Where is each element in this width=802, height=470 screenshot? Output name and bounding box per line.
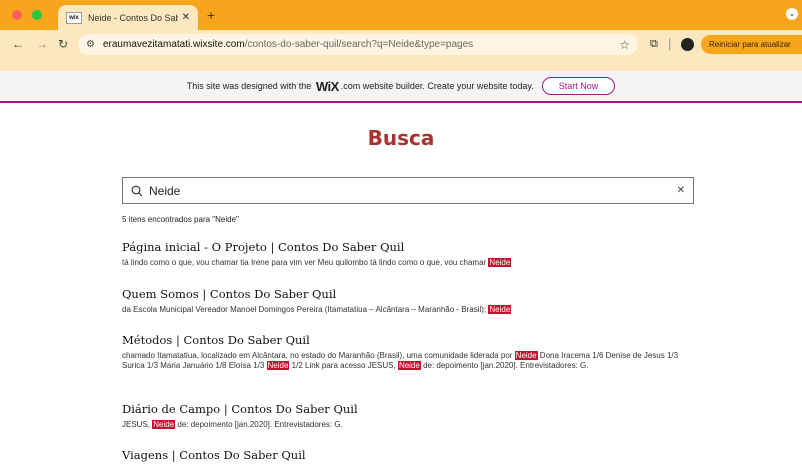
close-window-button[interactable] [12,10,22,20]
maximize-window-button[interactable] [32,10,42,20]
result-title-link[interactable]: Diário de Campo | Contos Do Saber Quil [122,402,682,416]
snippet-text: de: depoimento [jan.2020]. Entrevistador… [175,420,343,429]
search-result: Métodos | Contos Do Saber Quil chamado I… [122,333,682,371]
result-title-link[interactable]: Viagens | Contos Do Saber Quil [122,448,682,462]
clear-search-icon[interactable]: ✕ [677,185,685,196]
url-host: eraumavezitamatati.wixsite.com [102,39,245,50]
result-count: 5 itens encontrados para "Neide" [122,215,239,224]
browser-tab[interactable]: wix Neide - Contos Do Saber Quil ✕ [58,5,198,30]
result-title-link[interactable]: Página inicial - O Projeto | Contos Do S… [122,240,682,254]
wix-banner-text-after: .com website builder. Create your websit… [340,81,534,91]
highlight-term: Neide [152,420,176,429]
result-title-link[interactable]: Quem Somos | Contos Do Saber Quil [122,287,682,301]
url-path: /contos-do-saber-quil/search?q=Neide&typ… [244,39,474,50]
snippet-text: de: depoimento [jan.2020]. Entrevistador… [420,361,589,370]
snippet-text: JESUS, [122,420,153,429]
bookmark-star-icon[interactable]: ☆ [619,38,630,52]
extensions-icon[interactable]: ⧉ [650,38,658,51]
highlight-term: Neide [488,258,512,267]
result-snippet: tá lindo como o que, vou chamar tia Iren… [122,258,682,268]
search-result: Página inicial - O Projeto | Contos Do S… [122,240,682,268]
restart-to-update-button[interactable]: Reiniciar para atualizar [701,35,802,54]
highlight-term: Neide [266,361,290,370]
back-icon[interactable]: ← [12,37,24,51]
snippet-text: tá lindo como o que, vou chamar tia Iren… [122,258,489,267]
wix-banner-text-before: This site was designed with the [186,81,312,91]
highlight-term: Neide [397,361,421,370]
forward-icon[interactable]: → [36,37,48,51]
search-result: Diário de Campo | Contos Do Saber Quil J… [122,402,682,430]
toolbar-spacer [0,59,802,71]
result-snippet: chamado Itamatatiua, localizado em Alcân… [122,351,682,371]
browser-tab-bar: wix Neide - Contos Do Saber Quil ✕ + ⌄ [0,0,802,30]
site-info-icon[interactable]: ⚙ [86,39,95,50]
search-input[interactable] [149,183,677,198]
highlight-term: Neide [514,351,538,360]
toolbar-separator: | [668,36,672,51]
address-bar[interactable]: ⚙ eraumavezitamatati.wixsite.com /contos… [78,34,638,55]
new-tab-icon[interactable]: + [207,7,215,23]
close-tab-icon[interactable]: ✕ [182,12,190,23]
tab-title: Neide - Contos Do Saber Quil [88,12,178,23]
tab-search-icon[interactable]: ⌄ [786,8,798,20]
wix-favicon-icon: wix [66,11,82,24]
snippet-text: chamado Itamatatiua, localizado em Alcân… [122,351,515,360]
start-now-button[interactable]: Start Now [541,77,616,95]
search-result: Quem Somos | Contos Do Saber Quil da Esc… [122,287,682,315]
browser-toolbar: ← → ↻ ⚙ eraumavezitamatati.wixsite.com /… [0,30,802,59]
page-title: Busca [367,126,435,150]
snippet-text: 1/2 Link para acesso JESUS, [289,361,398,370]
highlight-term: Neide [488,305,512,314]
search-box: ✕ [122,177,694,204]
wix-banner: This site was designed with the WiX .com… [0,71,802,103]
snippet-text: da Escola Municipal Vereador Manoel Domi… [122,305,489,314]
search-result: Viagens | Contos Do Saber Quil [122,448,682,466]
search-icon [131,185,143,196]
result-snippet: JESUS, Neide de: depoimento [jan.2020]. … [122,420,682,430]
result-snippet: da Escola Municipal Vereador Manoel Domi… [122,305,682,315]
reload-icon[interactable]: ↻ [58,37,68,51]
result-title-link[interactable]: Métodos | Contos Do Saber Quil [122,333,682,347]
wix-logo[interactable]: WiX [316,79,339,94]
profile-avatar[interactable] [681,38,694,51]
